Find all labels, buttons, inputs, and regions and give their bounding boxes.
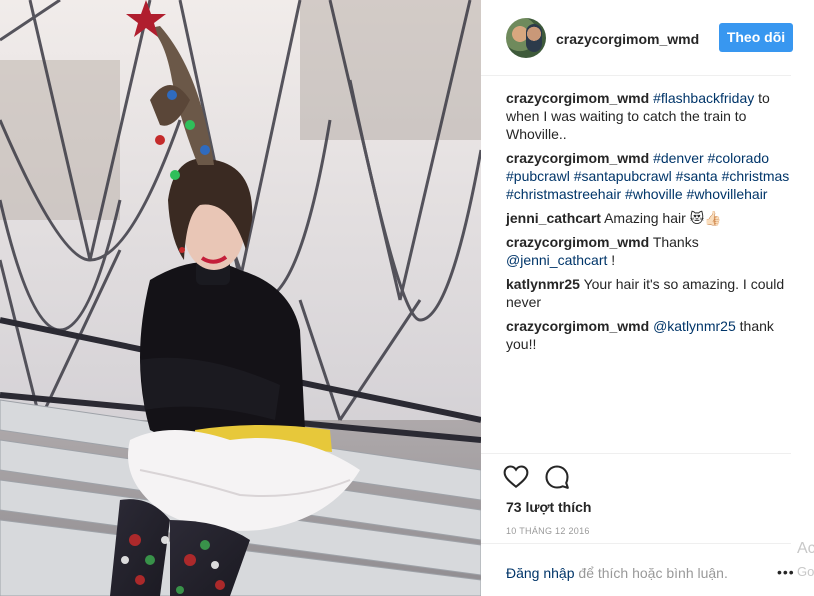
hashtag-link[interactable]: #santa bbox=[676, 168, 718, 184]
hashtag-link[interactable]: #colorado bbox=[708, 150, 770, 166]
comment-username[interactable]: crazycorgimom_wmd bbox=[506, 90, 649, 106]
hashtag-link[interactable]: #whovillehair bbox=[687, 186, 768, 202]
comment-item: katlynmr25 Your hair it's so amazing. I … bbox=[506, 275, 796, 311]
more-options-button[interactable]: ••• bbox=[777, 564, 795, 580]
post-header: crazycorgimom_wmd Theo dõi bbox=[481, 0, 793, 76]
comments-list: crazycorgimom_wmd #flashbackfriday to wh… bbox=[506, 89, 796, 359]
post-date: 10 THÁNG 12 2016 bbox=[506, 526, 590, 536]
hashtag-link[interactable]: #flashbackfriday bbox=[653, 90, 754, 106]
comment-text: Amazing hair 😻👍🏻 bbox=[604, 210, 722, 226]
hashtag-link[interactable]: #pubcrawl bbox=[506, 168, 570, 184]
post-author-username[interactable]: crazycorgimom_wmd bbox=[556, 31, 699, 47]
login-link[interactable]: Đăng nhập bbox=[506, 565, 575, 581]
comment-item: crazycorgimom_wmd #denver #colorado #pub… bbox=[506, 149, 796, 203]
comment-username[interactable]: katlynmr25 bbox=[506, 276, 580, 292]
photo-illustration bbox=[0, 0, 481, 596]
comment-item: jenni_cathcart Amazing hair 😻👍🏻 bbox=[506, 209, 796, 227]
hashtag-link[interactable]: #denver bbox=[653, 150, 704, 166]
post-photo[interactable] bbox=[0, 0, 481, 596]
mention-link[interactable]: @katlynmr25 bbox=[653, 318, 736, 334]
hashtag-link[interactable]: #santapubcrawl bbox=[574, 168, 672, 184]
comment-text: ! bbox=[607, 252, 616, 268]
login-prompt: Đăng nhập để thích hoặc bình luận. bbox=[506, 565, 728, 581]
comment-item: crazycorgimom_wmd Thanks @jenni_cathcart… bbox=[506, 233, 796, 269]
edge-text-ac: Ac bbox=[797, 540, 814, 557]
mention-link[interactable]: @jenni_cathcart bbox=[506, 252, 607, 268]
hashtag-link[interactable]: #christmastreehair bbox=[506, 186, 621, 202]
comment-username[interactable]: crazycorgimom_wmd bbox=[506, 318, 649, 334]
comment-item: crazycorgimom_wmd @katlynmr25 thank you!… bbox=[506, 317, 796, 353]
speech-bubble-icon[interactable] bbox=[544, 464, 570, 490]
comment-username[interactable]: jenni_cathcart bbox=[506, 210, 601, 226]
comment-username[interactable]: crazycorgimom_wmd bbox=[506, 150, 649, 166]
heart-outline-icon[interactable] bbox=[503, 464, 529, 490]
comment-item: crazycorgimom_wmd #flashbackfriday to wh… bbox=[506, 89, 796, 143]
hashtag-link[interactable]: #whoville bbox=[625, 186, 683, 202]
actions-divider bbox=[481, 453, 791, 454]
comment-username[interactable]: crazycorgimom_wmd bbox=[506, 234, 649, 250]
avatar[interactable] bbox=[506, 18, 546, 58]
post-details-panel: crazycorgimom_wmd Theo dõi crazycorgimom… bbox=[481, 0, 814, 596]
follow-button[interactable]: Theo dõi bbox=[719, 23, 793, 52]
comment-text: Thanks bbox=[652, 234, 699, 250]
login-prompt-text: để thích hoặc bình luận. bbox=[574, 565, 728, 581]
likes-count[interactable]: 73 lượt thích bbox=[506, 499, 591, 515]
hashtag-link[interactable]: #christmas bbox=[722, 168, 790, 184]
edge-text-go: Go bbox=[797, 564, 814, 579]
